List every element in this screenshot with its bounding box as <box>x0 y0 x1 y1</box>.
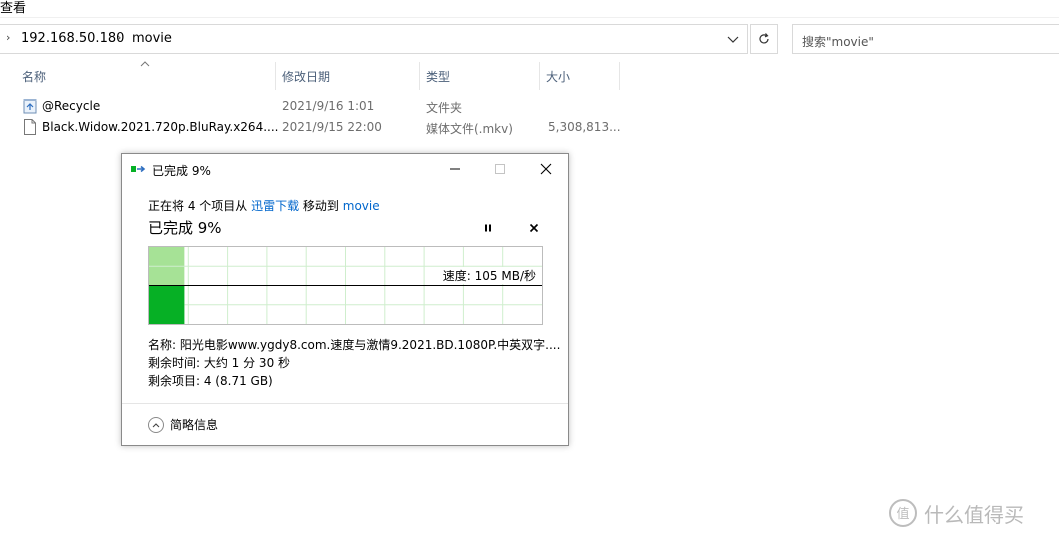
transfer-speed-graph: 速度: 105 MB/秒 <box>148 246 543 325</box>
file-date: 2021/9/16 1:01 <box>282 99 375 113</box>
maximize-button <box>480 154 520 184</box>
column-divider[interactable] <box>539 62 540 90</box>
sort-ascending-icon <box>140 61 150 67</box>
cancel-button[interactable] <box>526 220 542 236</box>
file-name-line: 名称: 阳光电影www.ygdy8.com.速度与激情9.2021.BD.108… <box>148 338 561 352</box>
close-button[interactable] <box>526 154 566 184</box>
refresh-button[interactable] <box>750 24 778 54</box>
file-size: 5,308,813... <box>548 120 621 134</box>
source-folder-link[interactable]: 迅雷下载 <box>251 199 299 213</box>
transfer-prefix: 正在将 4 个项目从 <box>148 199 252 213</box>
cancel-icon <box>529 223 539 233</box>
time-remaining-line: 剩余时间: 大约 1 分 30 秒 <box>148 356 291 370</box>
breadcrumb-chevron-icon[interactable]: › <box>117 31 121 44</box>
address-dropdown-icon[interactable] <box>725 31 741 47</box>
speed-area <box>149 285 185 324</box>
progress-status: 已完成 9% <box>148 219 222 237</box>
details-label: 简略信息 <box>170 418 219 432</box>
svg-text:值: 值 <box>896 506 909 522</box>
dialog-title: 已完成 9% <box>152 164 211 178</box>
minimize-icon <box>450 168 460 170</box>
column-header-name[interactable]: 名称 <box>22 68 46 85</box>
watermark-text: 什么值得买 <box>924 502 1024 527</box>
column-header-size[interactable]: 大小 <box>546 68 570 85</box>
ribbon-tab-view[interactable]: 查看 <box>0 0 26 16</box>
column-header-date[interactable]: 修改日期 <box>282 68 330 85</box>
recycle-bin-icon <box>23 99 37 114</box>
file-transfer-icon <box>131 165 146 173</box>
file-name: Black.Widow.2021.720p.BluRay.x264.... <box>42 120 279 134</box>
file-date: 2021/9/15 22:00 <box>282 120 382 134</box>
file-type: 媒体文件(.mkv) <box>426 122 513 136</box>
search-input[interactable]: 搜索"movie" <box>792 24 1059 54</box>
breadcrumb-host[interactable]: 192.168.50.180 <box>21 31 124 46</box>
file-move-dialog: 已完成 9% 正在将 4 个项目从 迅雷下载 移动到 movie 已完成 9% … <box>121 153 569 446</box>
ribbon-divider <box>0 17 1059 18</box>
dialog-divider <box>122 403 568 404</box>
pause-icon <box>485 224 491 232</box>
refresh-icon <box>759 33 769 44</box>
column-divider[interactable] <box>275 62 276 90</box>
items-remaining-line: 剩余项目: 4 (8.71 GB) <box>148 374 273 388</box>
breadcrumb-folder[interactable]: movie <box>132 31 172 46</box>
watermark: 值 什么值得买 <box>888 498 1024 528</box>
column-divider[interactable] <box>619 62 620 90</box>
column-header-type[interactable]: 类型 <box>426 68 450 85</box>
breadcrumb-chevron-icon[interactable]: › <box>6 31 10 44</box>
speed-label: 速度: 105 MB/秒 <box>442 267 536 284</box>
transfer-middle: 移动到 <box>299 199 343 213</box>
speed-chart <box>149 247 542 324</box>
fewer-details-toggle[interactable]: 简略信息 <box>148 416 218 433</box>
file-type: 文件夹 <box>426 101 463 115</box>
pause-button[interactable] <box>480 220 496 236</box>
destination-folder-link[interactable]: movie <box>343 199 380 213</box>
watermark-logo: 值 <box>889 499 917 527</box>
column-divider[interactable] <box>419 62 420 90</box>
minimize-button[interactable] <box>435 154 475 184</box>
transfer-description: 正在将 4 个项目从 迅雷下载 移动到 movie <box>148 197 380 214</box>
maximize-icon <box>495 164 505 174</box>
close-icon <box>540 163 552 175</box>
document-icon <box>24 119 36 135</box>
file-name: @Recycle <box>42 99 101 113</box>
chevron-up-icon <box>148 416 164 433</box>
